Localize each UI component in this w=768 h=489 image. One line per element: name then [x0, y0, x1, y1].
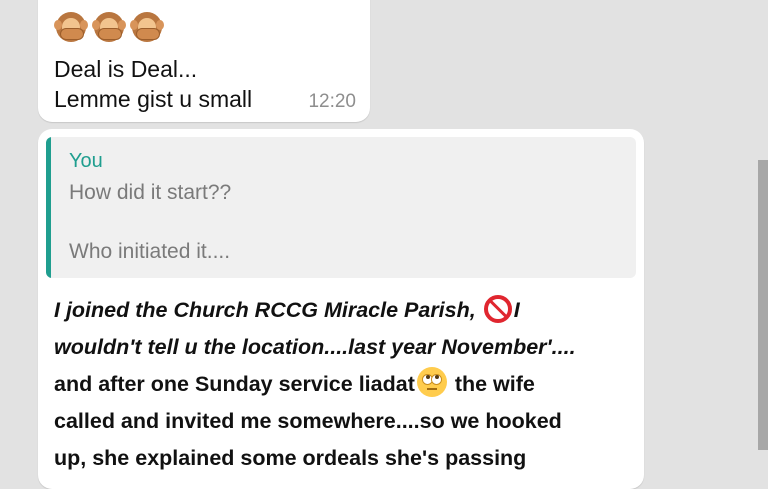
see-no-evil-monkey-icon	[92, 10, 126, 44]
prohibited-icon	[483, 295, 512, 323]
face-with-rolling-eyes-icon	[416, 367, 447, 397]
message-bubble[interactable]: You How did it start?? Who initiated it.…	[38, 129, 644, 489]
message-text-segment: the wife	[448, 372, 535, 396]
message-text-segment: I joined the Church RCCG Miracle Parish,	[54, 298, 482, 322]
message-text-segment: I	[513, 298, 520, 322]
see-no-evil-monkey-icon	[130, 10, 164, 44]
see-no-evil-monkey-icon	[54, 10, 88, 44]
message-bubble[interactable]: Deal is Deal... Lemme gist u small 12:20	[38, 0, 370, 122]
message-text-line: called and invited me somewhere....so we…	[54, 409, 562, 433]
message-text-segment: and after one Sunday service liadat	[54, 372, 415, 396]
message-text-line: wouldn't tell u the location....last yea…	[54, 335, 576, 359]
emoji-row	[54, 10, 164, 44]
message-text-line: up, she explained some ordeals she's pas…	[54, 446, 527, 470]
quote-author: You	[69, 150, 103, 172]
quote-accent-bar	[46, 137, 51, 278]
quoted-message[interactable]: You How did it start?? Who initiated it.…	[46, 137, 636, 278]
quote-text-line: How did it start??	[69, 181, 232, 204]
scrollbar[interactable]	[758, 160, 768, 450]
quote-text-line: Who initiated it....	[69, 240, 231, 263]
message-text-line: Lemme gist u small	[54, 86, 253, 112]
message-body: I joined the Church RCCG Miracle Parish,…	[54, 292, 638, 477]
message-timestamp: 12:20	[308, 91, 356, 112]
message-text-line: Deal is Deal...	[54, 56, 198, 82]
